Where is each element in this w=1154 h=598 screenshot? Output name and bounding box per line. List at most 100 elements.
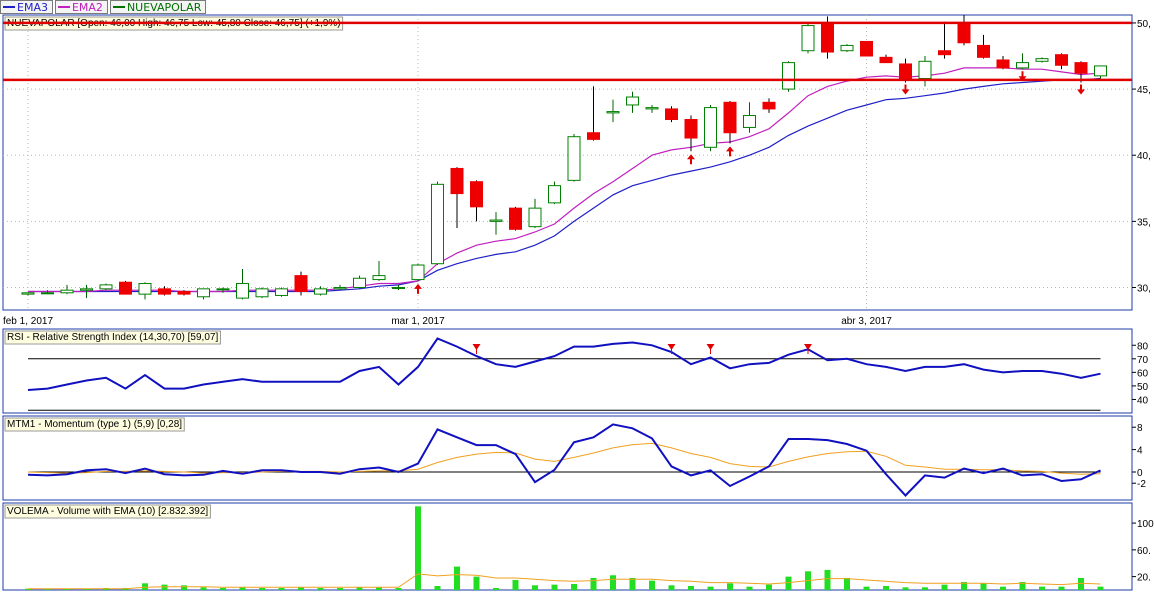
volume-bar bbox=[220, 587, 226, 590]
volume-bar bbox=[181, 585, 187, 590]
candle-body bbox=[860, 40, 873, 57]
candle-body bbox=[840, 44, 854, 52]
candle-body bbox=[411, 264, 425, 281]
candle-body bbox=[645, 107, 659, 110]
candle-body bbox=[431, 183, 444, 265]
volume-bar bbox=[1000, 586, 1006, 590]
candle-body bbox=[801, 25, 815, 52]
volume-bar bbox=[200, 587, 207, 590]
mtm-ytick-label: 8 bbox=[1137, 423, 1143, 434]
price-ytick-label: 30, bbox=[1137, 284, 1151, 295]
candle-body bbox=[626, 96, 639, 106]
legend-item-ema2[interactable]: EMA2 bbox=[54, 0, 108, 14]
candle-body bbox=[1016, 62, 1029, 69]
price-ytick-label: 45, bbox=[1137, 85, 1151, 96]
candle-body bbox=[528, 207, 542, 228]
candle-body bbox=[957, 22, 971, 44]
vol-ytick-label: 60. bbox=[1137, 546, 1151, 557]
legend-item-nuevapolar[interactable]: NUEVAPOLAR bbox=[109, 0, 207, 14]
candle bbox=[255, 287, 269, 299]
candle-body bbox=[314, 288, 327, 295]
rsi-ytick-label: 50 bbox=[1137, 382, 1149, 393]
volume-bar bbox=[883, 585, 889, 590]
candle-body bbox=[899, 63, 912, 79]
candle bbox=[411, 263, 425, 281]
candle-body bbox=[255, 288, 269, 298]
legend-label: EMA2 bbox=[71, 0, 103, 14]
candle-body bbox=[275, 288, 288, 296]
volume-bar bbox=[688, 585, 694, 590]
volume-bar bbox=[824, 569, 831, 590]
rsi-ytick-label: 40 bbox=[1137, 395, 1149, 406]
candle bbox=[509, 206, 522, 231]
volume-bar bbox=[278, 587, 285, 590]
volume-bar bbox=[1058, 586, 1065, 590]
volume-bar bbox=[902, 587, 909, 590]
candle-body bbox=[665, 108, 678, 121]
candle bbox=[99, 283, 113, 291]
legend-swatch bbox=[112, 6, 125, 8]
x-tick-label: abr 3, 2017 bbox=[841, 316, 892, 327]
volume-bar bbox=[785, 576, 792, 590]
price-ytick-label: 35, bbox=[1137, 217, 1151, 228]
candle-body bbox=[1074, 62, 1088, 74]
volume-bar bbox=[415, 506, 421, 590]
volume-bar bbox=[668, 585, 675, 590]
candle bbox=[665, 106, 678, 123]
candle-body bbox=[509, 207, 522, 230]
candle-body bbox=[704, 107, 717, 148]
volume-bar bbox=[1097, 586, 1104, 590]
candle-body bbox=[606, 111, 620, 114]
candle bbox=[704, 104, 717, 152]
candle bbox=[275, 287, 288, 297]
candle-body bbox=[333, 287, 347, 290]
volume-bar bbox=[454, 566, 460, 590]
candle-body bbox=[138, 283, 152, 295]
rsi-ytick-label: 80 bbox=[1137, 341, 1149, 352]
volume-bar bbox=[844, 577, 850, 590]
candle-body bbox=[879, 56, 893, 64]
candle-body bbox=[80, 288, 93, 291]
candle-body bbox=[489, 219, 503, 222]
volume-bar bbox=[142, 583, 148, 590]
candle-body bbox=[353, 277, 366, 289]
price-ytick-label: 50, bbox=[1137, 19, 1151, 30]
candle-body bbox=[567, 136, 581, 181]
x-tick-label: mar 1, 2017 bbox=[391, 316, 445, 327]
candle-body bbox=[294, 275, 308, 292]
candle-body bbox=[177, 290, 191, 295]
candle-body bbox=[158, 288, 171, 295]
rsi-ytick-label: 70 bbox=[1137, 355, 1149, 366]
volume-bar bbox=[259, 587, 265, 590]
chart-area: NUEVAPOLAR [Open: 46,00 High: 46,75 Low:… bbox=[2, 14, 1154, 591]
candle-body bbox=[450, 167, 464, 195]
candle-body bbox=[996, 59, 1010, 69]
volume-bar bbox=[532, 585, 538, 590]
volume-bar bbox=[493, 587, 499, 590]
candle bbox=[782, 61, 795, 92]
volume-bar bbox=[863, 586, 870, 590]
volume-bar bbox=[766, 584, 772, 590]
candle bbox=[431, 181, 444, 266]
candle-body bbox=[548, 185, 561, 204]
mtm-ytick-label: 4 bbox=[1137, 446, 1143, 457]
candle-body bbox=[197, 288, 210, 298]
legend-swatch bbox=[57, 6, 70, 8]
candle bbox=[801, 21, 815, 54]
candle-body bbox=[236, 283, 249, 299]
legend: EMA3 EMA2 NUEVAPOLAR bbox=[0, 0, 208, 14]
volume-bar bbox=[649, 580, 655, 590]
vol-ytick-label: 20. bbox=[1137, 573, 1151, 584]
volume-bar bbox=[512, 579, 519, 590]
volume-bar bbox=[161, 584, 168, 590]
candle-body bbox=[762, 101, 776, 110]
volume-bar bbox=[590, 577, 597, 590]
legend-item-ema3[interactable]: EMA3 bbox=[0, 0, 53, 14]
candle bbox=[860, 40, 873, 57]
candle-body bbox=[821, 22, 834, 53]
volume-bar bbox=[551, 584, 558, 590]
candle bbox=[119, 280, 132, 295]
candle-body bbox=[977, 44, 990, 58]
candle-body bbox=[60, 289, 74, 294]
rsi-panel-label: RSI - Relative Strength Index (14,30,70)… bbox=[7, 332, 218, 343]
